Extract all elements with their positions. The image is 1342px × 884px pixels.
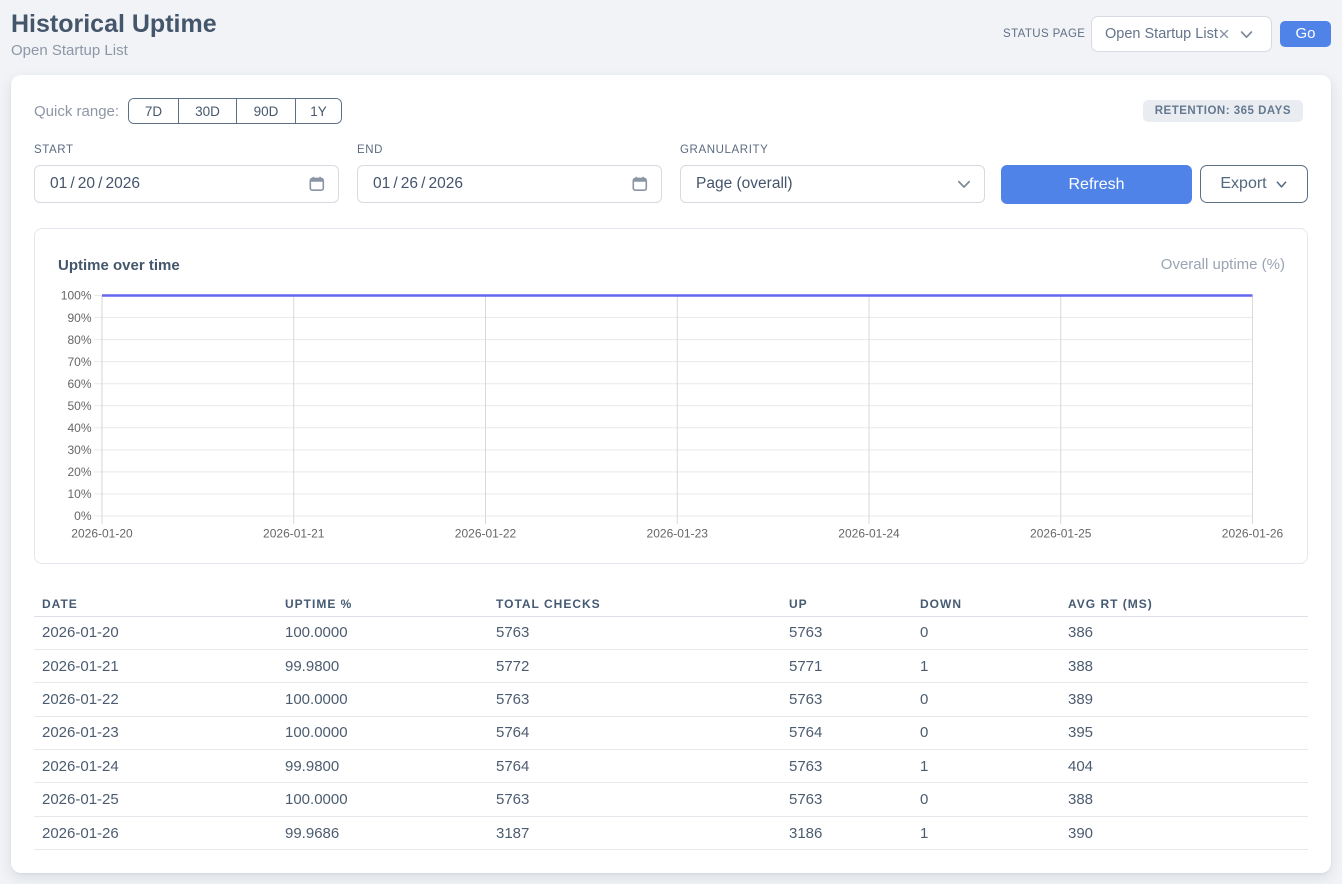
- svg-text:20%: 20%: [67, 465, 91, 479]
- svg-text:2026-01-26: 2026-01-26: [1222, 527, 1284, 541]
- svg-text:10%: 10%: [67, 487, 91, 501]
- svg-text:100%: 100%: [61, 289, 92, 303]
- svg-text:2026-01-25: 2026-01-25: [1030, 527, 1092, 541]
- svg-text:40%: 40%: [67, 421, 91, 435]
- svg-text:0%: 0%: [74, 509, 92, 523]
- svg-text:60%: 60%: [67, 377, 91, 391]
- svg-text:70%: 70%: [67, 355, 91, 369]
- svg-text:50%: 50%: [67, 399, 91, 413]
- svg-text:80%: 80%: [67, 333, 91, 347]
- svg-text:2026-01-23: 2026-01-23: [647, 527, 709, 541]
- svg-text:2026-01-21: 2026-01-21: [263, 527, 325, 541]
- svg-text:2026-01-22: 2026-01-22: [455, 527, 517, 541]
- svg-text:2026-01-24: 2026-01-24: [838, 527, 900, 541]
- svg-text:2026-01-20: 2026-01-20: [71, 527, 133, 541]
- svg-text:90%: 90%: [67, 311, 91, 325]
- svg-text:30%: 30%: [67, 443, 91, 457]
